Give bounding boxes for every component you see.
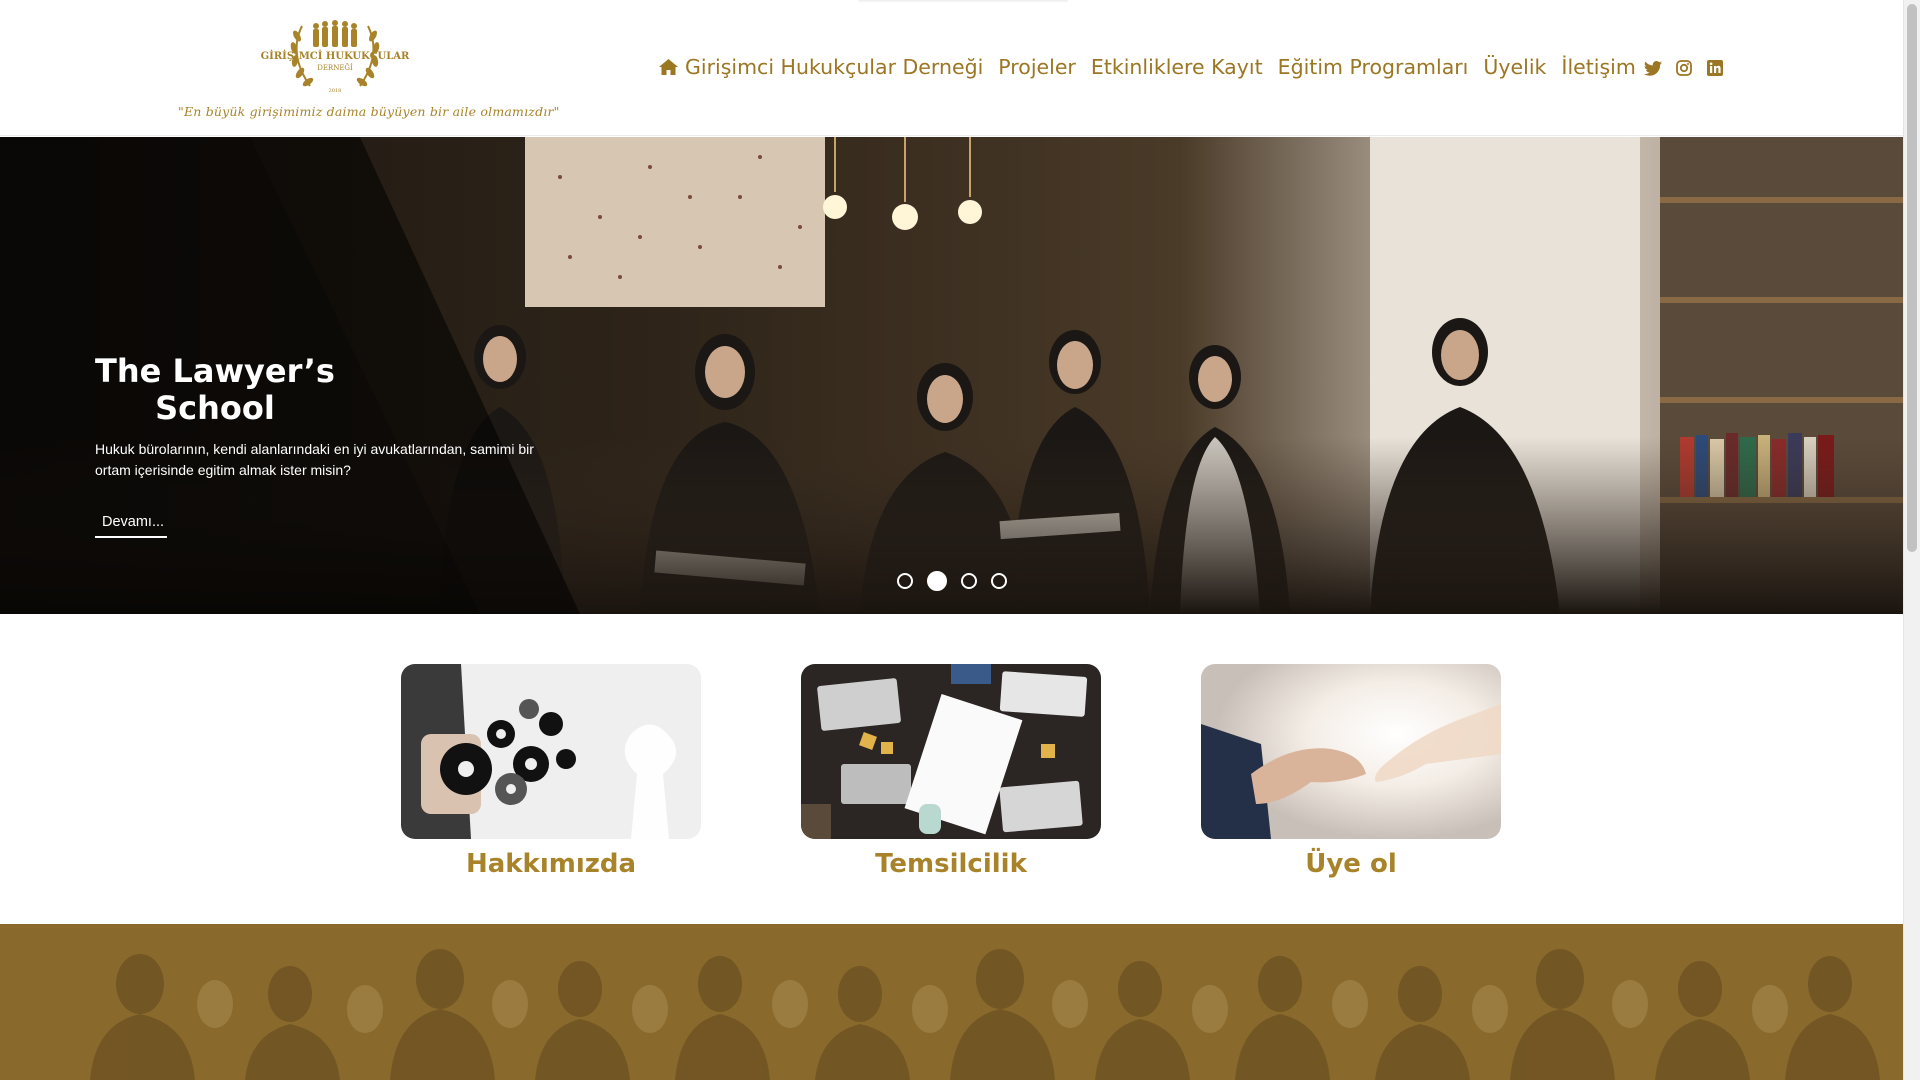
card-image-handshake [1201, 664, 1501, 839]
slide-dot-2[interactable] [927, 571, 947, 591]
slide-dot-1[interactable] [897, 573, 913, 589]
nav-item-projeler[interactable]: Projeler [998, 55, 1076, 79]
nav-item-iletisim[interactable]: İletişim [1561, 55, 1635, 79]
slide-dot-4[interactable] [991, 573, 1007, 589]
twitter-icon[interactable] [1643, 58, 1663, 78]
association-logo[interactable]: GİRİŞİMCİ HUKUKÇULAR DERNEĞİ 2018 [250, 14, 420, 96]
logo-subtext: DERNEĞİ [317, 63, 353, 72]
card-image-gears [401, 664, 701, 839]
home-icon [659, 59, 678, 75]
card-label-temsilcilik: Temsilcilik [875, 849, 1027, 879]
main-nav: Girişimci Hukukçular Derneği Projeler Et… [658, 52, 1651, 82]
tagline: "En büyük girişimimiz daima büyüyen bir … [178, 104, 560, 119]
header-tab-shadow [858, 0, 1068, 3]
page-scrollbar[interactable] [1903, 0, 1920, 1080]
card-uye-ol[interactable]: Üye ol [1201, 664, 1501, 879]
card-hakkimizda[interactable]: Hakkımızda [401, 664, 701, 879]
nav-home-label: Girişimci Hukukçular Derneği [685, 55, 984, 79]
logo-year: 2018 [329, 88, 342, 94]
card-label-uye-ol: Üye ol [1305, 849, 1397, 879]
card-image-desk [801, 664, 1101, 839]
slider-pagination [897, 571, 1021, 591]
hero-read-more-button[interactable]: Devamı... [95, 510, 167, 538]
linkedin-icon[interactable] [1705, 58, 1725, 78]
logo-text: GİRİŞİMCİ HUKUKÇULAR [261, 49, 410, 62]
slide-dot-3[interactable] [961, 573, 977, 589]
social-links [1643, 58, 1736, 78]
card-temsilcilik[interactable]: Temsilcilik [801, 664, 1101, 879]
nav-item-etkinliklere-kayit[interactable]: Etkinliklere Kayıt [1091, 55, 1263, 79]
card-label-hakkimizda: Hakkımızda [465, 849, 637, 879]
nav-item-egitim-programlari[interactable]: Eğitim Programları [1278, 55, 1469, 79]
members-group-photo-banner [0, 924, 1903, 1080]
site-header: GİRİŞİMCİ HUKUKÇULAR DERNEĞİ 2018 "En bü… [0, 0, 1903, 136]
nav-item-uyelik[interactable]: Üyelik [1483, 55, 1546, 79]
scrollbar-thumb[interactable] [1907, 4, 1917, 552]
hero-description: Hukuk bürolarının, kendi alanlarındaki e… [95, 441, 534, 478]
hero-slider: The Lawyer’s School Hukuk bürolarının, k… [0, 137, 1903, 614]
hero-title: The Lawyer’s School [95, 352, 335, 427]
nav-item-home[interactable]: Girişimci Hukukçular Derneği [658, 55, 983, 79]
instagram-icon[interactable] [1674, 58, 1694, 78]
